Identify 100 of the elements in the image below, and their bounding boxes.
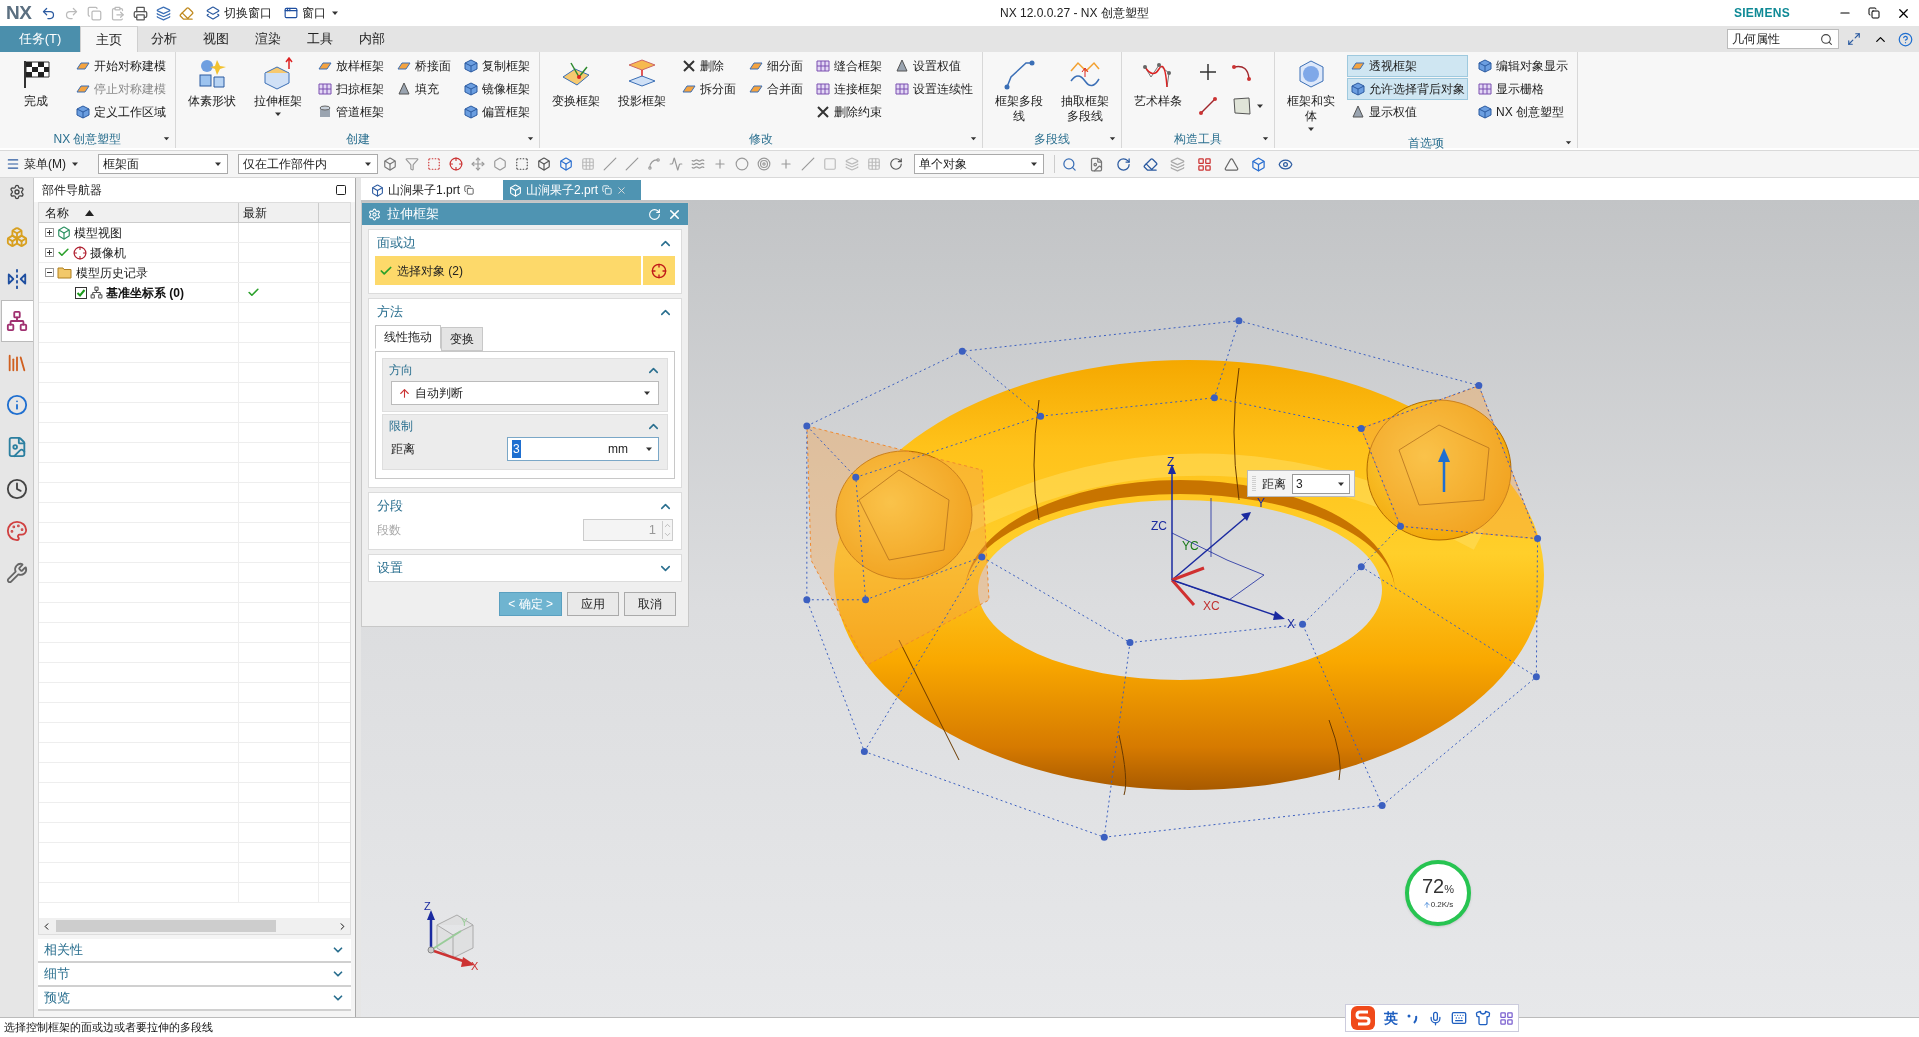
section-title: 限制: [389, 418, 413, 435]
collapsible-panel-header[interactable]: 相关性: [38, 939, 351, 963]
axis-label: Z: [1167, 455, 1175, 469]
section-title: 分段: [377, 497, 403, 516]
dialog-title: 拉伸框架: [387, 205, 439, 224]
ribbon-button[interactable]: 抽取框架多段线: [1055, 55, 1115, 124]
ribbon-button[interactable]: 设置连续性: [891, 78, 976, 100]
ribbon-button[interactable]: 变换框架: [546, 55, 606, 109]
language-mode-button[interactable]: 英: [1384, 1007, 1398, 1029]
ribbon-button[interactable]: NX 创意塑型: [1474, 101, 1571, 123]
window-title: NX 12.0.0.27 - NX 创意塑型: [1000, 5, 1149, 22]
ribbon-button[interactable]: 框架和实体: [1281, 55, 1341, 134]
dialog-tab[interactable]: 线性拖动: [375, 325, 441, 349]
type-filter-dropdown[interactable]: 框架面: [98, 154, 228, 174]
window-menu-button[interactable]: 窗口: [280, 4, 345, 22]
selection-scope-dropdown[interactable]: 单个对象: [914, 154, 1044, 174]
ribbon-button[interactable]: 复制框架: [460, 55, 533, 77]
ribbon-button[interactable]: 完成: [6, 55, 66, 109]
ribbon-button[interactable]: 删除约束: [812, 101, 885, 123]
ribbon-button[interactable]: 显示权值: [1347, 101, 1468, 123]
group-label: NX 创意塑型: [53, 131, 122, 148]
ribbon-tab[interactable]: 分析: [138, 26, 190, 52]
ribbon-button[interactable]: 体素形状: [182, 55, 242, 109]
button-label: 抽取框架多段线: [1060, 94, 1110, 124]
ribbon-button[interactable]: 桥接面: [393, 55, 454, 77]
axis-label: X: [1287, 617, 1295, 631]
ribbon-button[interactable]: 透视框架: [1347, 55, 1468, 77]
ribbon-button[interactable]: 放样框架: [314, 55, 387, 77]
collapsible-panel-header[interactable]: 预览: [38, 987, 351, 1011]
group-label: 创建: [345, 131, 370, 148]
menu-button[interactable]: 菜单(M): [6, 155, 88, 173]
ribbon-button[interactable]: 细分面: [745, 55, 806, 77]
type-filter-dropdown[interactable]: 仅在工作部件内: [238, 154, 378, 174]
ribbon-button[interactable]: 扫掠框架: [314, 78, 387, 100]
ribbon-button[interactable]: 管道框架: [314, 101, 387, 123]
ribbon-button[interactable]: 合并面: [745, 78, 806, 100]
ribbon-button[interactable]: 艺术样条: [1128, 55, 1188, 109]
section-title: 方法: [377, 303, 403, 322]
ribbon-button[interactable]: 允许选择背后对象: [1347, 78, 1468, 100]
dialog-button[interactable]: 应用: [567, 592, 619, 616]
selection-label: 选择对象 (2): [397, 262, 463, 280]
selection-row[interactable]: 选择对象 (2): [375, 256, 641, 285]
collapsible-panel-header[interactable]: 细节: [38, 963, 351, 987]
ribbon-tab[interactable]: 工具: [294, 26, 346, 52]
group-label: 修改: [749, 131, 773, 148]
field-label: 段数: [377, 522, 401, 539]
axis-label: XC: [1203, 599, 1220, 613]
ribbon-button[interactable]: 偏置框架: [460, 101, 533, 123]
ribbon-button[interactable]: 拆分面: [678, 78, 739, 100]
button-label: 体素形状: [187, 94, 237, 109]
ribbon-button[interactable]: 缝合框架: [812, 55, 885, 77]
ribbon-tab[interactable]: 视图: [190, 26, 242, 52]
button-label: 完成: [23, 94, 49, 109]
group-label: 构造工具: [1174, 131, 1222, 148]
ribbon-button[interactable]: 删除: [678, 55, 739, 77]
status-prompt: 选择控制框架的面或边或者要拉伸的多段线: [4, 1020, 213, 1036]
panel-title: 部件导航器: [42, 182, 102, 199]
app-logo: NX: [5, 0, 33, 25]
ribbon-button[interactable]: 投影框架: [612, 55, 672, 109]
switch-window-button[interactable]: 切换窗口: [198, 4, 281, 22]
direction-dropdown[interactable]: 自动判断: [391, 381, 659, 405]
axis-label: X: [471, 960, 479, 972]
tree-item[interactable]: 模型历史记录: [76, 263, 148, 282]
dialog-tab[interactable]: 变换: [441, 327, 483, 351]
command-search-field[interactable]: 几何属性: [1727, 29, 1839, 49]
ribbon-button[interactable]: 编辑对象显示: [1474, 55, 1571, 77]
ribbon-button[interactable]: 拉伸框架: [248, 55, 308, 119]
ribbon-button[interactable]: 连接框架: [812, 78, 885, 100]
ribbon-tab[interactable]: 渲染: [242, 26, 294, 52]
group-label: 多段线: [1034, 131, 1070, 148]
section-title: 方向: [389, 362, 413, 379]
button-label: 框架多段线: [994, 94, 1044, 124]
ribbon-tab[interactable]: 主页: [80, 26, 138, 52]
axis-label: YC: [1182, 539, 1199, 553]
axis-label: ZC: [1151, 519, 1167, 533]
tree-item[interactable]: 摄像机: [90, 243, 126, 262]
ribbon-button[interactable]: 填充: [393, 78, 454, 100]
ribbon-button[interactable]: 框架多段线: [989, 55, 1049, 124]
button-label: 变换框架: [551, 94, 601, 109]
distance-field[interactable]: 3: [1292, 473, 1350, 494]
column-header[interactable]: 最新: [239, 203, 319, 222]
ribbon-button[interactable]: 显示栅格: [1474, 78, 1571, 100]
brand-logo: SIEMENS: [1733, 5, 1790, 22]
ribbon-tab[interactable]: 内部: [346, 26, 398, 52]
axis-label: Y: [461, 917, 468, 928]
ribbon-tab[interactable]: 任务(T): [0, 26, 80, 52]
axis-label: Z: [424, 900, 431, 912]
section-title: 面或边: [377, 234, 416, 253]
ribbon-button[interactable]: 设置权值: [891, 55, 976, 77]
tree-item[interactable]: 基准坐标系 (0): [106, 283, 184, 302]
ribbon-button[interactable]: 镜像框架: [460, 78, 533, 100]
tree-item[interactable]: 模型视图: [74, 223, 122, 242]
ribbon-button[interactable]: 定义工作区域: [72, 101, 169, 123]
axis-label: Y: [1257, 496, 1265, 510]
ribbon-button[interactable]: 开始对称建模: [72, 55, 169, 77]
button-label: 投影框架: [617, 94, 667, 109]
unit-dropdown[interactable]: mm: [608, 440, 654, 458]
dialog-button[interactable]: 取消: [624, 592, 676, 616]
distance-input[interactable]: 3 mm: [507, 437, 659, 461]
column-header[interactable]: 名称: [39, 203, 239, 222]
